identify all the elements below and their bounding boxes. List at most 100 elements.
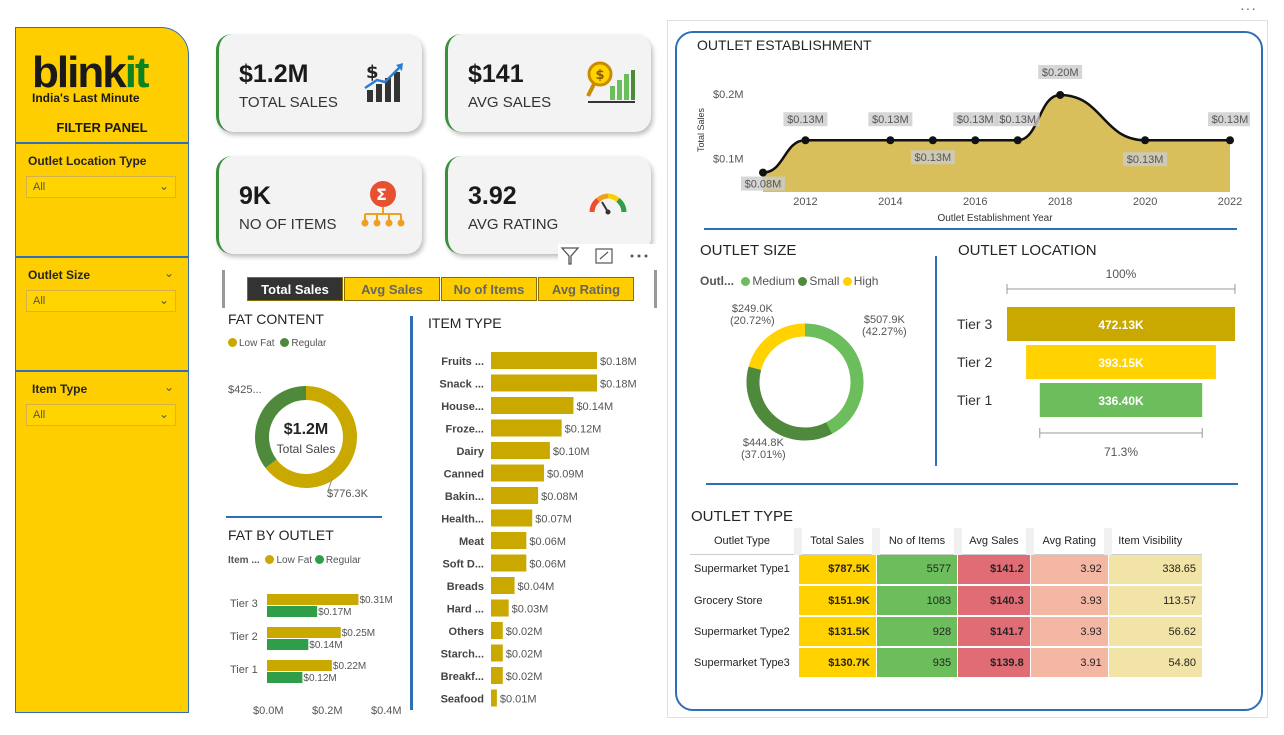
- bar: [491, 689, 497, 707]
- table-row: Supermarket Type1 $787.5K 5577 $141.2 3.92 33…: [690, 554, 1202, 586]
- item-type-chart: Fruits ... $0.18M Snack ... $0.18M House... $…: [439, 352, 637, 707]
- data-label: $0.13M: [957, 114, 994, 126]
- row-label: Supermarket Type3: [690, 647, 798, 679]
- svg-text:$: $: [596, 68, 605, 83]
- table-cell: 1083: [875, 585, 958, 617]
- metric-button-no-of-items[interactable]: No of Items: [441, 277, 537, 301]
- category-label: Tier 3: [230, 598, 258, 610]
- metric-button-avg-sales[interactable]: Avg Sales: [344, 277, 440, 301]
- data-label: 393.15K: [1098, 356, 1144, 370]
- bar-low-fat: [267, 594, 359, 605]
- category-label: Tier 3: [957, 316, 992, 332]
- axis-title: Total Sales: [696, 107, 706, 152]
- chevron-down-icon[interactable]: ⌄: [164, 380, 174, 394]
- kpi-value: $1.2M: [239, 60, 309, 88]
- data-label: $0.10M: [553, 446, 590, 458]
- data-label: $0.07M: [535, 514, 572, 526]
- column-header[interactable]: No of Items: [872, 528, 958, 555]
- metric-button-avg-rating[interactable]: Avg Rating: [538, 277, 634, 301]
- kpi-label: AVG RATING: [468, 216, 559, 233]
- filter-item-type: Item Type ⌄ All ⌄: [16, 370, 188, 710]
- tick-label: 2014: [878, 196, 902, 208]
- outlet-size-title: OUTLET SIZE: [700, 242, 797, 259]
- item-type-title: ITEM TYPE: [428, 315, 502, 331]
- tick-label: $0.2M: [713, 89, 744, 101]
- data-label: $0.08M: [541, 491, 578, 503]
- slice-label-regular: $425...: [228, 384, 262, 396]
- data-label: $0.20M: [1042, 67, 1079, 79]
- data-label: $0.22M: [333, 661, 366, 672]
- data-label: $0.14M: [309, 640, 342, 651]
- outlet-size-dropdown[interactable]: All ⌄: [26, 290, 176, 312]
- data-label: $0.13M: [872, 114, 909, 126]
- more-options-icon[interactable]: [630, 254, 648, 258]
- chevron-down-icon[interactable]: ⌄: [164, 266, 174, 280]
- bar-regular: [267, 672, 303, 683]
- table-cell: 3.91: [1029, 647, 1109, 679]
- divider: [410, 316, 413, 710]
- bar: [491, 419, 562, 437]
- filter-label: Item Type: [32, 382, 88, 396]
- outlet-size-legend: Outl... Medium Small High: [700, 274, 879, 288]
- tick-label: 2016: [963, 196, 987, 208]
- bar: [491, 644, 503, 662]
- tick-label: $0.4M: [371, 705, 402, 717]
- category-label: Hard ...: [447, 604, 484, 616]
- sigma-network-icon: Σ: [361, 181, 405, 227]
- outlet-location-type-dropdown[interactable]: All ⌄: [26, 176, 176, 198]
- table-cell: $141.2: [957, 554, 1031, 586]
- column-header[interactable]: Avg Sales: [953, 528, 1031, 555]
- donut-center-value: $1.2M: [283, 421, 329, 438]
- more-options-icon[interactable]: ···: [1240, 0, 1257, 16]
- table-cell: 113.57: [1107, 585, 1202, 617]
- table-cell: 5577: [875, 554, 958, 586]
- item-type-dropdown[interactable]: All ⌄: [26, 404, 176, 426]
- category-label: House...: [441, 401, 484, 413]
- kpi-label: TOTAL SALES: [239, 94, 338, 111]
- donut-slice-high: [748, 323, 806, 371]
- table-cell: 3.93: [1029, 585, 1109, 617]
- axis-title: Outlet Establishment Year: [937, 213, 1053, 224]
- slice-label-low-fat: $776.3K: [327, 488, 368, 500]
- category-label: Bakin...: [445, 491, 484, 503]
- tick-label: $0.2M: [312, 705, 343, 717]
- column-header[interactable]: Total Sales: [793, 528, 877, 555]
- tick-label: 2022: [1218, 196, 1242, 208]
- data-point: [971, 136, 980, 145]
- bar: [491, 397, 574, 414]
- table-cell: $787.5K: [797, 554, 877, 586]
- fat-by-outlet-chart: Tier 3 $0.31M $0.17M Tier 2 $0.25M$0.14M Tier…: [230, 594, 402, 717]
- data-label: $0.13M: [914, 152, 951, 164]
- table-row: Supermarket Type2 $131.5K 928 $141.7 3.93 56.…: [690, 616, 1202, 648]
- data-label: 336.40K: [1098, 394, 1144, 408]
- data-label: $0.01M: [500, 694, 537, 706]
- category-label: Others: [449, 626, 484, 638]
- table-cell: 3.93: [1029, 616, 1109, 648]
- data-label: $0.06M: [529, 536, 566, 548]
- category-label: Tier 2: [957, 354, 992, 370]
- data-label: $0.13M: [787, 114, 824, 126]
- metric-button-total-sales[interactable]: Total Sales: [247, 277, 343, 301]
- funnel-top-label: 100%: [1106, 267, 1137, 281]
- kpi-total-sales: $1.2M TOTAL SALES $: [216, 34, 422, 132]
- data-label: $0.12M: [303, 673, 336, 684]
- kpi-avg-rating: 3.92 AVG RATING: [445, 156, 651, 254]
- category-label: Snack ...: [439, 379, 484, 391]
- table-cell: 56.62: [1107, 616, 1202, 648]
- category-label: Breads: [447, 581, 484, 593]
- data-label: $0.18M: [600, 356, 637, 368]
- slice-label-small: $444.8K (37.01%): [741, 437, 786, 461]
- category-label: Soft D...: [442, 559, 484, 571]
- data-point: [1226, 136, 1234, 145]
- column-header[interactable]: Avg Rating: [1026, 528, 1109, 555]
- bar: [491, 487, 539, 504]
- column-header[interactable]: Item Visibility: [1104, 528, 1202, 555]
- category-label: Seafood: [441, 694, 484, 706]
- data-label: $0.06M: [529, 559, 566, 571]
- column-header[interactable]: Outlet Type: [690, 528, 798, 555]
- donut-slice-small: [746, 366, 833, 441]
- donut-center-label: Total Sales: [276, 442, 336, 456]
- bar: [491, 464, 544, 482]
- data-label: $0.13M: [1127, 154, 1164, 166]
- category-label: Froze...: [445, 424, 484, 436]
